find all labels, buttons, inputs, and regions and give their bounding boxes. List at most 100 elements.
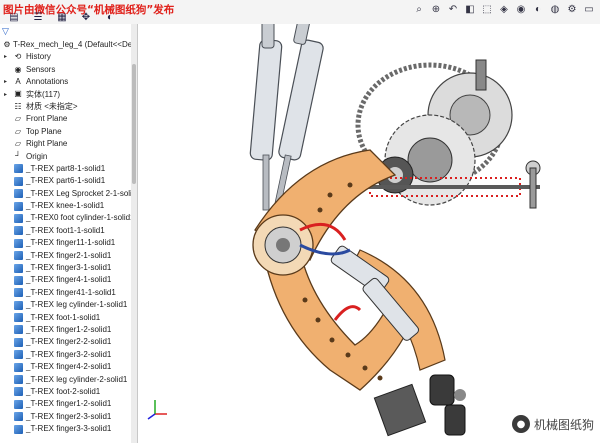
tree-item-label: _T-REX foot-1-solid1 <box>26 312 101 322</box>
tree-item[interactable]: ▸ ⟲ History <box>0 51 137 63</box>
tree-item-label: 材质 <未指定> <box>26 101 78 111</box>
tree-item[interactable]: _T-REX finger4-2-solid1 <box>0 361 137 373</box>
tree-item[interactable]: _T-REX finger1-2-solid1 <box>0 324 137 336</box>
part-icon <box>13 424 23 434</box>
previous-view-icon[interactable]: ↶ <box>446 2 460 16</box>
tree-item[interactable]: ▸ ▣ 实体(117) <box>0 89 137 101</box>
part-icon <box>13 238 23 248</box>
view-settings-icon[interactable]: ⚙ <box>565 2 579 16</box>
tree-item[interactable]: _T-REX foot-1-solid1 <box>0 312 137 324</box>
tree-root[interactable]: ⚙ T-Rex_mech_leg_4 (Default<<Defau <box>0 39 137 51</box>
filter-icon[interactable]: ▽ <box>2 26 9 37</box>
tree-item[interactable]: _T-REX finger1-2-solid1 <box>0 398 137 410</box>
tree-item-label: History <box>26 52 51 62</box>
tree-item[interactable]: ▱ Front Plane <box>0 113 137 125</box>
part-icon <box>13 164 23 174</box>
part-icon <box>13 300 23 310</box>
tree-item[interactable]: _T-REX foot1-1-solid1 <box>0 225 137 237</box>
display-manager-tab[interactable]: ◐ <box>100 10 120 24</box>
part-icon <box>13 213 23 223</box>
tree-item[interactable]: ▸ A Annotations <box>0 76 137 88</box>
monitor-icon[interactable]: ▭ <box>582 2 596 16</box>
configuration-manager-tab[interactable]: ▦ <box>52 10 72 24</box>
tree-item[interactable]: ┘ Origin <box>0 151 137 163</box>
part-icon <box>13 288 23 298</box>
view-orientation-icon[interactable]: ⬚ <box>480 2 494 16</box>
tree-item-label: Front Plane <box>26 114 68 124</box>
tree-item-label: _T-REX part8-1-solid1 <box>26 163 106 173</box>
tree-item[interactable]: ☷ 材质 <未指定> <box>0 101 137 113</box>
tree-item[interactable]: ◉ Sensors <box>0 64 137 76</box>
tree-item[interactable]: _T-REX part8-1-solid1 <box>0 163 137 175</box>
expand-arrow[interactable]: ▸ <box>4 76 10 88</box>
tree-item-label: _T-REX0 foot cylinder-1-solid1 <box>26 213 135 223</box>
tree-item-label: _T-REX foot1-1-solid1 <box>26 225 105 235</box>
part-icon <box>13 325 23 335</box>
tree-item[interactable]: _T-REX finger2-1-solid1 <box>0 250 137 262</box>
plane-icon: ▱ <box>14 114 22 124</box>
expand-arrow[interactable]: ▸ <box>4 51 10 63</box>
tree-item[interactable]: _T-REX finger3-2-solid1 <box>0 349 137 361</box>
display-style-icon[interactable]: ◈ <box>497 2 511 16</box>
tree-item-label: _T-REX finger3-1-solid1 <box>26 263 112 273</box>
tree-item[interactable]: _T-REX knee-1-solid1 <box>0 200 137 212</box>
tree-item-label: _T-REX finger2-3-solid1 <box>26 411 112 421</box>
tree-item[interactable]: _T-REX finger2-3-solid1 <box>0 411 137 423</box>
assembly-icon: ⚙ <box>3 39 11 49</box>
tree-item-label: Sensors <box>26 64 56 74</box>
tree-item[interactable]: _T-REX finger3-3-solid1 <box>0 423 137 435</box>
tree-scrollbar[interactable] <box>131 24 137 443</box>
tree-root-label: T-Rex_mech_leg_4 (Default<<Defau <box>13 40 138 49</box>
part-icon <box>13 201 23 211</box>
tree-item[interactable]: _T-REX leg cylinder-2-solid1 <box>0 374 137 386</box>
zoom-fit-icon[interactable]: ⌕ <box>412 2 426 16</box>
tree-item-label: _T-REX leg cylinder-1-solid1 <box>26 300 128 310</box>
tree-item-label: Annotations <box>26 77 69 87</box>
tree-item[interactable]: ▱ Right Plane <box>0 138 137 150</box>
plane-icon: ▱ <box>14 126 22 136</box>
apply-scene-icon[interactable]: ◍ <box>548 2 562 16</box>
axis-triad-icon <box>147 400 167 420</box>
tree-item[interactable]: _T-REX Leg Sprocket 2-1-solid1 <box>0 188 137 200</box>
origin-icon: ┘ <box>15 151 21 161</box>
tree-item-label: _T-REX part6-1-solid1 <box>26 176 106 186</box>
tree-item-label: _T-REX knee-1-solid1 <box>26 201 105 211</box>
tree-item[interactable]: _T-REX foot-2-solid1 <box>0 386 137 398</box>
edit-appearance-icon[interactable]: ◐ <box>531 2 545 16</box>
hide-show-icon[interactable]: ◉ <box>514 2 528 16</box>
tree-item[interactable]: _T-REX leg cylinder-1-solid1 <box>0 299 137 311</box>
part-icon <box>13 176 23 186</box>
tree-item[interactable]: _T-REX0 foot cylinder-1-solid1 <box>0 212 137 224</box>
part-icon <box>13 313 23 323</box>
part-icon <box>13 337 23 347</box>
tree-item[interactable]: _T-REX finger41-1-solid1 <box>0 287 137 299</box>
tree-item-label: _T-REX finger3-2-solid1 <box>26 349 112 359</box>
tree-item-label: _T-REX finger41-1-solid1 <box>26 287 116 297</box>
tree-item[interactable]: ▱ Top Plane <box>0 126 137 138</box>
graphics-viewport[interactable] <box>138 15 600 443</box>
expand-arrow[interactable]: ▸ <box>4 89 10 101</box>
tree-item-label: _T-REX finger11-1-solid1 <box>26 238 116 248</box>
tree-item-label: _T-REX finger4-1-solid1 <box>26 275 112 285</box>
t-rex-leg-model <box>249 15 541 437</box>
annotation-icon: A <box>15 76 21 86</box>
part-icon <box>13 189 23 199</box>
tree-item[interactable]: _T-REX finger11-1-solid1 <box>0 237 137 249</box>
dimxpert-tab[interactable]: ✥ <box>76 10 96 24</box>
scroll-thumb[interactable] <box>132 64 136 184</box>
manager-tabs: ▤ ☰ ▦ ✥ ◐ <box>0 10 140 24</box>
feature-manager-tab[interactable]: ▤ <box>4 10 24 24</box>
sprocket-assembly <box>355 59 513 206</box>
tree-item[interactable]: _T-REX finger2-2-solid1 <box>0 336 137 348</box>
tree-item-label: _T-REX finger3-3-solid1 <box>26 424 112 434</box>
section-view-icon[interactable]: ◧ <box>463 2 477 16</box>
material-icon: ☷ <box>14 101 22 111</box>
part-icon <box>13 350 23 360</box>
tree-item-label: Top Plane <box>26 126 62 136</box>
tree-item-label: Origin <box>26 151 48 161</box>
zoom-area-icon[interactable]: ⊕ <box>429 2 443 16</box>
tree-item[interactable]: _T-REX finger3-1-solid1 <box>0 262 137 274</box>
tree-item[interactable]: _T-REX part6-1-solid1 <box>0 175 137 187</box>
property-manager-tab[interactable]: ☰ <box>28 10 48 24</box>
tree-item[interactable]: _T-REX finger4-1-solid1 <box>0 274 137 286</box>
